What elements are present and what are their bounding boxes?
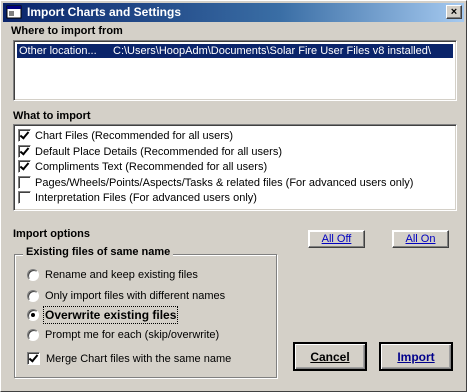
all-off-button[interactable]: All Off — [308, 230, 365, 248]
checkbox-checked-icon[interactable] — [18, 160, 31, 173]
location-list[interactable]: Other location... C:\Users\HoopAdm\Docume… — [13, 40, 457, 101]
radio-label: Prompt me for each (skip/overwrite) — [45, 328, 220, 341]
radio-label: Only import files with different names — [45, 289, 226, 302]
window-title: Import Charts and Settings — [27, 5, 182, 19]
merge-chart-files-option[interactable]: Merge Chart files with the same name — [27, 351, 231, 366]
title-bar[interactable]: Import Charts and Settings × — [3, 3, 464, 22]
cancel-button[interactable]: Cancel — [293, 342, 367, 371]
radio-unselected-icon[interactable] — [27, 289, 39, 302]
merge-label: Merge Chart files with the same name — [46, 352, 232, 365]
radio-prompt-each[interactable]: Prompt me for each (skip/overwrite) — [27, 327, 219, 342]
import-button[interactable]: Import — [379, 342, 453, 371]
radio-unselected-icon[interactable] — [27, 268, 39, 281]
import-item-place-details[interactable]: Default Place Details (Recommended for a… — [18, 144, 282, 159]
checkbox-checked-icon[interactable] — [18, 129, 31, 142]
close-icon: × — [450, 5, 458, 18]
checkbox-checked-icon[interactable] — [27, 352, 40, 365]
import-item-label: Default Place Details (Recommended for a… — [35, 145, 282, 158]
app-icon — [6, 5, 22, 19]
radio-selected-icon[interactable] — [27, 308, 39, 321]
location-name: Other location... — [19, 45, 97, 57]
existing-files-group-title: Existing files of same name — [23, 246, 174, 258]
radio-unselected-icon[interactable] — [27, 328, 39, 341]
import-item-interpretation-files[interactable]: Interpretation Files (For advanced users… — [18, 190, 257, 205]
where-section-label: Where to import from — [11, 25, 123, 37]
import-item-compliments-text[interactable]: Compliments Text (Recommended for all us… — [18, 159, 267, 174]
import-items-list: Chart Files (Recommended for all users) … — [13, 124, 457, 211]
import-item-label: Interpretation Files (For advanced users… — [35, 191, 257, 204]
checkbox-unchecked-icon[interactable] — [18, 176, 31, 189]
all-on-button[interactable]: All On — [392, 230, 449, 248]
radio-label: Rename and keep existing files — [45, 268, 198, 281]
radio-label: Overwrite existing files — [42, 305, 179, 324]
checkbox-checked-icon[interactable] — [18, 145, 31, 158]
import-options-label: Import options — [13, 228, 90, 240]
radio-different-names[interactable]: Only import files with different names — [27, 288, 225, 303]
import-item-chart-files[interactable]: Chart Files (Recommended for all users) — [18, 128, 233, 143]
close-button[interactable]: × — [446, 5, 462, 19]
radio-rename-keep[interactable]: Rename and keep existing files — [27, 267, 198, 282]
import-dialog: Import Charts and Settings × Where to im… — [0, 0, 467, 392]
import-item-label: Pages/Wheels/Points/Aspects/Tasks & rela… — [35, 176, 414, 189]
checkbox-unchecked-icon[interactable] — [18, 191, 31, 204]
import-item-label: Chart Files (Recommended for all users) — [35, 129, 234, 142]
import-item-pages-wheels[interactable]: Pages/Wheels/Points/Aspects/Tasks & rela… — [18, 175, 413, 190]
what-section-label: What to import — [13, 110, 91, 122]
radio-overwrite[interactable]: Overwrite existing files — [27, 305, 179, 324]
import-item-label: Compliments Text (Recommended for all us… — [35, 160, 268, 173]
location-path: C:\Users\HoopAdm\Documents\Solar Fire Us… — [113, 45, 431, 57]
location-row[interactable]: Other location... C:\Users\HoopAdm\Docume… — [17, 44, 453, 58]
